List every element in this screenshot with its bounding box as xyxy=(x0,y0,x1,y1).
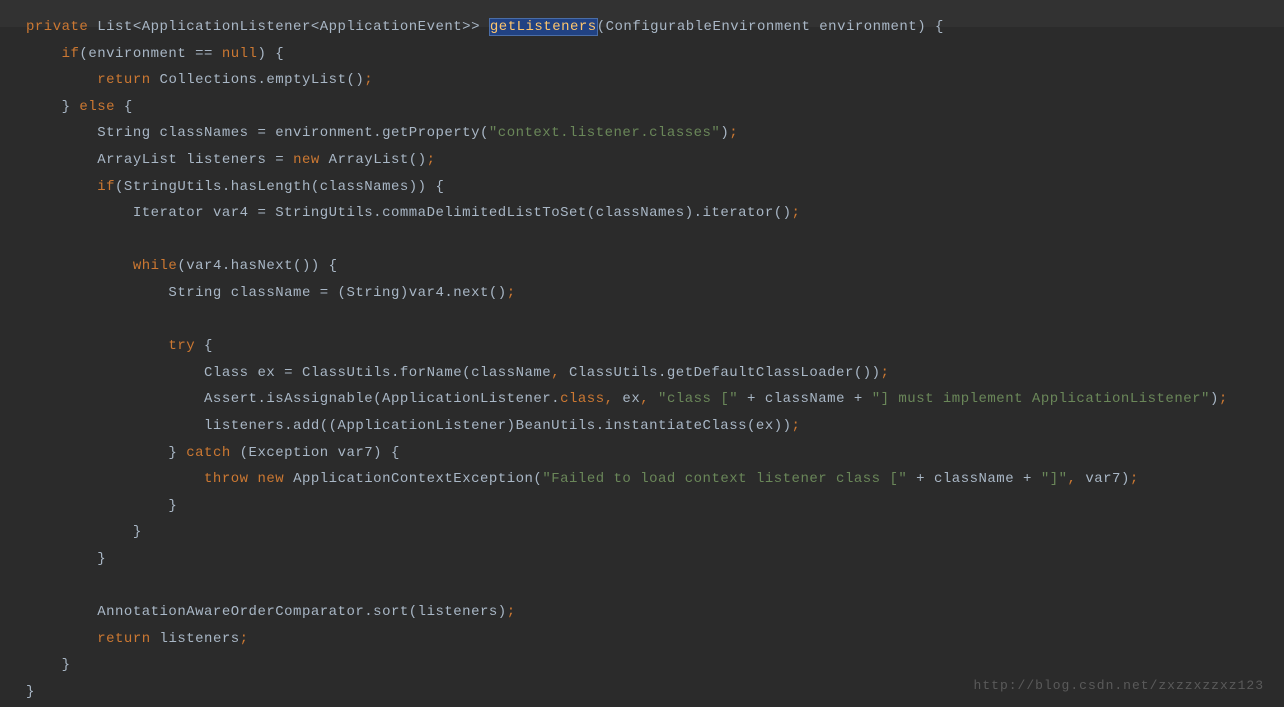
code-line xyxy=(26,232,35,248)
keyword-throw: throw xyxy=(204,471,249,487)
string-literal: "]" xyxy=(1041,471,1068,487)
code-line: ArrayList listeners = new ArrayList(); xyxy=(26,152,436,168)
code-line: } xyxy=(26,524,142,540)
keyword-return: return xyxy=(97,631,150,647)
code-line: try { xyxy=(26,338,213,354)
string-literal: "class [" xyxy=(649,391,738,407)
string-literal: "] must implement ApplicationListener" xyxy=(872,391,1210,407)
keyword-if: if xyxy=(62,46,80,62)
code-line: } xyxy=(26,657,71,673)
code-line: String classNames = environment.getPrope… xyxy=(26,125,738,141)
keyword-private: private xyxy=(26,19,88,35)
code-line: AnnotationAwareOrderComparator.sort(list… xyxy=(26,604,516,620)
keyword-if: if xyxy=(97,179,115,195)
code-line: private List<ApplicationListener<Applica… xyxy=(26,19,944,35)
code-line: Class ex = ClassUtils.forName(className,… xyxy=(26,365,889,381)
keyword-try: try xyxy=(168,338,195,354)
code-line xyxy=(26,312,35,328)
code-line: Iterator var4 = StringUtils.commaDelimit… xyxy=(26,205,800,221)
string-literal: "Failed to load context listener class [… xyxy=(542,471,907,487)
code-line: } xyxy=(26,684,35,700)
code-line: while(var4.hasNext()) { xyxy=(26,258,338,274)
watermark-text: http://blog.csdn.net/zxzzxzzxz123 xyxy=(974,674,1264,699)
code-line: } xyxy=(26,498,177,514)
keyword-return: return xyxy=(97,72,150,88)
code-line: if(environment == null) { xyxy=(26,46,284,62)
code-line: return Collections.emptyList(); xyxy=(26,72,373,88)
code-line: } else { xyxy=(26,99,133,115)
keyword-new: new xyxy=(257,471,284,487)
string-literal: "context.listener.classes" xyxy=(489,125,720,141)
code-line: } catch (Exception var7) { xyxy=(26,445,400,461)
code-line xyxy=(26,577,35,593)
keyword-new: new xyxy=(293,152,320,168)
keyword-else: else xyxy=(79,99,115,115)
code-line: throw new ApplicationContextException("F… xyxy=(26,471,1139,487)
code-line: if(StringUtils.hasLength(classNames)) { xyxy=(26,179,444,195)
code-line: Assert.isAssignable(ApplicationListener.… xyxy=(26,391,1228,407)
type-declaration: List<ApplicationListener<ApplicationEven… xyxy=(97,19,480,35)
code-line: return listeners; xyxy=(26,631,249,647)
keyword-catch: catch xyxy=(186,445,231,461)
code-editor[interactable]: private List<ApplicationListener<Applica… xyxy=(26,14,1284,705)
code-line: String className = (String)var4.next(); xyxy=(26,285,516,301)
keyword-while: while xyxy=(133,258,178,274)
code-line: } xyxy=(26,551,106,567)
code-line: listeners.add((ApplicationListener)BeanU… xyxy=(26,418,800,434)
keyword-class: class xyxy=(560,391,605,407)
method-name: getListeners xyxy=(490,19,597,35)
keyword-null: null xyxy=(222,46,258,62)
